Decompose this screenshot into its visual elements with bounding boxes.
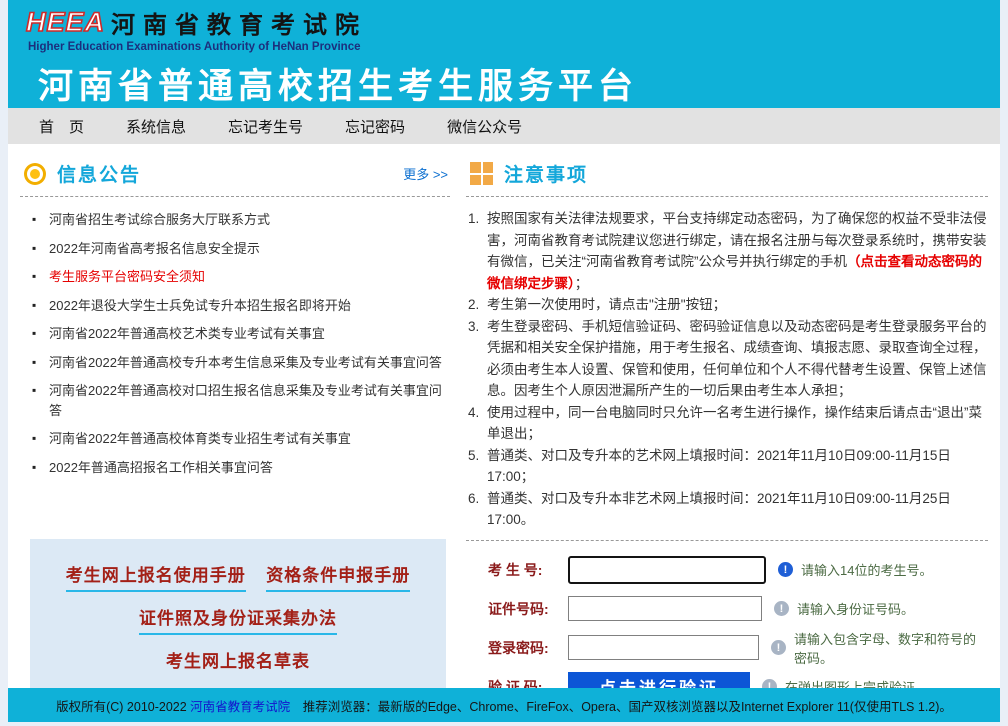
page-container: HEEA 河南省教育考试院 Higher Education Examinati… xyxy=(0,0,1008,722)
captcha-label: 验 证 码: xyxy=(488,678,543,689)
bulletin-item[interactable]: 河南省招生考试综合服务大厅联系方式 xyxy=(32,210,450,230)
id-number-input[interactable] xyxy=(568,596,762,621)
bulletin-item[interactable]: 2022年普通高招报名工作相关事宜问答 xyxy=(32,458,450,478)
note-text: 普通类、对口及专升本的艺术网上填报时间：2021年11月10日09:00-11月… xyxy=(487,447,951,485)
bulletin-item[interactable]: 考生服务平台密码安全须知 xyxy=(32,267,450,287)
candidate-id-input[interactable] xyxy=(568,555,766,584)
site-footer: 版权所有(C) 2010-2022 河南省教育考试院 推荐浏览器：最新版的Edg… xyxy=(8,688,1000,722)
nav-item-forgot-password[interactable]: 忘记密码 xyxy=(324,116,426,137)
more-link[interactable]: 更多 >> xyxy=(403,164,448,183)
bulletin-list: 河南省招生考试综合服务大厅联系方式 2022年河南省高考报名信息安全提示考生服务平… xyxy=(20,210,450,477)
note-text: 普通类、对口及专升本非艺术网上填报时间：2021年11月10日09:00-11月… xyxy=(487,490,951,528)
captcha-row: 验 证 码: 点击进行验证 ! 在弹出图形上完成验证。 xyxy=(466,671,988,689)
manual-link-qualification-guide[interactable]: 资格条件申报手册 xyxy=(266,561,411,592)
notes-list: 1. 按照国家有关法律法规要求，平台支持绑定动态密码，为了确保您的权益不受非法侵害… xyxy=(466,208,988,531)
org-name-cn: 河南省教育考试院 xyxy=(111,12,368,39)
org-name-en: Higher Education Examinations Authority … xyxy=(28,41,361,53)
captcha-hint: 在弹出图形上完成验证。 xyxy=(785,680,929,688)
note-number: 3. xyxy=(468,318,480,334)
note-number: 4. xyxy=(468,404,480,420)
candidate-id-row: 考 生 号: ! 请输入14位的考生号。 xyxy=(466,555,988,585)
note-number: 5. xyxy=(468,447,480,463)
candidate-id-hint: 请输入14位的考生号。 xyxy=(801,563,933,578)
form-separator xyxy=(466,539,988,541)
manual-row: 证件照及身份证采集办法 xyxy=(38,604,438,635)
nav-item-wechat-account[interactable]: 微信公众号 xyxy=(426,116,543,137)
password-input[interactable] xyxy=(568,635,759,660)
grid-icon xyxy=(470,162,493,185)
note-number: 6. xyxy=(468,490,480,506)
manual-row: 考生网上报名使用手册 资格条件申报手册 xyxy=(38,561,438,592)
site-header: HEEA 河南省教育考试院 Higher Education Examinati… xyxy=(8,0,1000,108)
org-logo-block: HEEA 河南省教育考试院 xyxy=(22,5,1000,40)
nav-item-forgot-candidate-id[interactable]: 忘记考生号 xyxy=(207,116,324,137)
heea-logo-icon: HEEA xyxy=(25,6,106,38)
bulletin-item[interactable]: 河南省2022年普通高校艺术类专业考试有关事宜 xyxy=(32,324,450,344)
password-label: 登录密码: xyxy=(488,639,549,656)
id-number-row: 证件号码: ! 请输入身份证号码。 xyxy=(466,594,988,624)
copyright-text: 版权所有(C) 2010-2022 xyxy=(56,699,191,714)
browser-recommendation: 推荐浏览器：最新版的Edge、Chrome、FireFox、Opera、国产双核… xyxy=(290,699,952,714)
bulletin-section: 信息公告 更多 >> 河南省招生考试综合服务大厅联系方式 2022年河南省高考报名… xyxy=(8,144,456,688)
manual-link-photo-id-collection[interactable]: 证件照及身份证采集办法 xyxy=(139,604,337,635)
login-form: 考 生 号: ! 请输入14位的考生号。 证件号码: ! 请输入身份证号码。 登… xyxy=(466,555,988,689)
info-icon: ! xyxy=(771,640,786,655)
note-text: 考生第一次使用时，请点击"注册"按钮； xyxy=(487,297,727,312)
note-item: 6. 普通类、对口及专升本非艺术网上填报时间：2021年11月10日09:00-1… xyxy=(468,488,988,531)
notes-and-login-section: 注意事项 1. 按照国家有关法律法规要求，平台支持绑定动态密码，为了确保您的权益不… xyxy=(456,144,1000,688)
info-icon: ! xyxy=(778,562,793,577)
password-row: 登录密码: ! 请输入包含字母、数字和符号的密码。 xyxy=(466,632,988,666)
manuals-box: 考生网上报名使用手册 资格条件申报手册 证件照及身份证采集办法 考生网上报名草表 xyxy=(30,539,446,688)
id-number-hint: 请输入身份证号码。 xyxy=(797,602,915,617)
ring-icon xyxy=(27,165,43,182)
info-icon: ! xyxy=(762,679,777,688)
bulletin-item[interactable]: 河南省2022年普通高校对口招生报名信息采集及专业考试有关事宜问答 xyxy=(32,381,450,420)
note-number: 1. xyxy=(468,211,480,226)
note-item: 4. 使用过程中，同一台电脑同时只允许一名考生进行操作，操作结束后请点击“退出”菜… xyxy=(468,402,988,445)
manual-link-draft-form[interactable]: 考生网上报名草表 xyxy=(166,647,310,676)
note-item: 2. 考生第一次使用时，请点击"注册"按钮； xyxy=(468,294,988,316)
nav-item-home[interactable]: 首 页 xyxy=(18,116,105,137)
page-title: 河南省普通高校招生考生服务平台 xyxy=(38,67,639,106)
password-hint: 请输入包含字母、数字和符号的密码。 xyxy=(794,631,977,666)
verify-button[interactable]: 点击进行验证 xyxy=(568,671,750,688)
bulletin-header: 信息公告 更多 >> xyxy=(20,158,450,197)
bulletin-item[interactable]: 2022年退役大学生士兵免试专升本招生报名即将开始 xyxy=(32,296,450,316)
footer-org-link[interactable]: 河南省教育考试院 xyxy=(190,696,290,715)
notes-title: 注意事项 xyxy=(504,165,589,186)
manual-link-registration-guide[interactable]: 考生网上报名使用手册 xyxy=(65,561,246,592)
note-number: 2. xyxy=(468,297,480,312)
candidate-id-label: 考 生 号: xyxy=(488,561,543,578)
main-content: 信息公告 更多 >> 河南省招生考试综合服务大厅联系方式 2022年河南省高考报名… xyxy=(8,144,1000,688)
id-number-label: 证件号码: xyxy=(488,600,549,617)
notes-header: 注意事项 xyxy=(466,158,988,197)
bulletin-title: 信息公告 xyxy=(57,165,142,186)
note-item: 3. 考生登录密码、手机短信验证码、密码验证信息以及动态密码是考生登录服务平台的凭… xyxy=(468,316,988,402)
info-icon: ! xyxy=(774,601,789,616)
nav-item-system-info[interactable]: 系统信息 xyxy=(105,116,207,137)
main-nav: 首 页 系统信息 忘记考生号 忘记密码 微信公众号 xyxy=(8,108,1000,144)
bulletin-item[interactable]: 2022年河南省高考报名信息安全提示 xyxy=(32,239,450,259)
note-text: ； xyxy=(574,275,589,291)
bulletin-item[interactable]: 河南省2022年普通高校体育类专业招生考试有关事宜 xyxy=(32,429,450,449)
note-item: 5. 普通类、对口及专升本的艺术网上填报时间：2021年11月10日09:00-1… xyxy=(468,445,988,488)
manual-row: 考生网上报名草表 xyxy=(38,647,438,676)
note-item: 1. 按照国家有关法律法规要求，平台支持绑定动态密码，为了确保您的权益不受非法侵害… xyxy=(468,208,988,294)
note-text: 使用过程中，同一台电脑同时只允许一名考生进行操作，操作结束后请点击“退出”菜单退… xyxy=(487,404,982,442)
note-text: 考生登录密码、手机短信验证码、密码验证信息以及动态密码是考生登录服务平台的凭据和… xyxy=(487,318,987,399)
bulletin-item[interactable]: 河南省2022年普通高校专升本考生信息采集及专业考试有关事宜问答 xyxy=(32,353,450,373)
